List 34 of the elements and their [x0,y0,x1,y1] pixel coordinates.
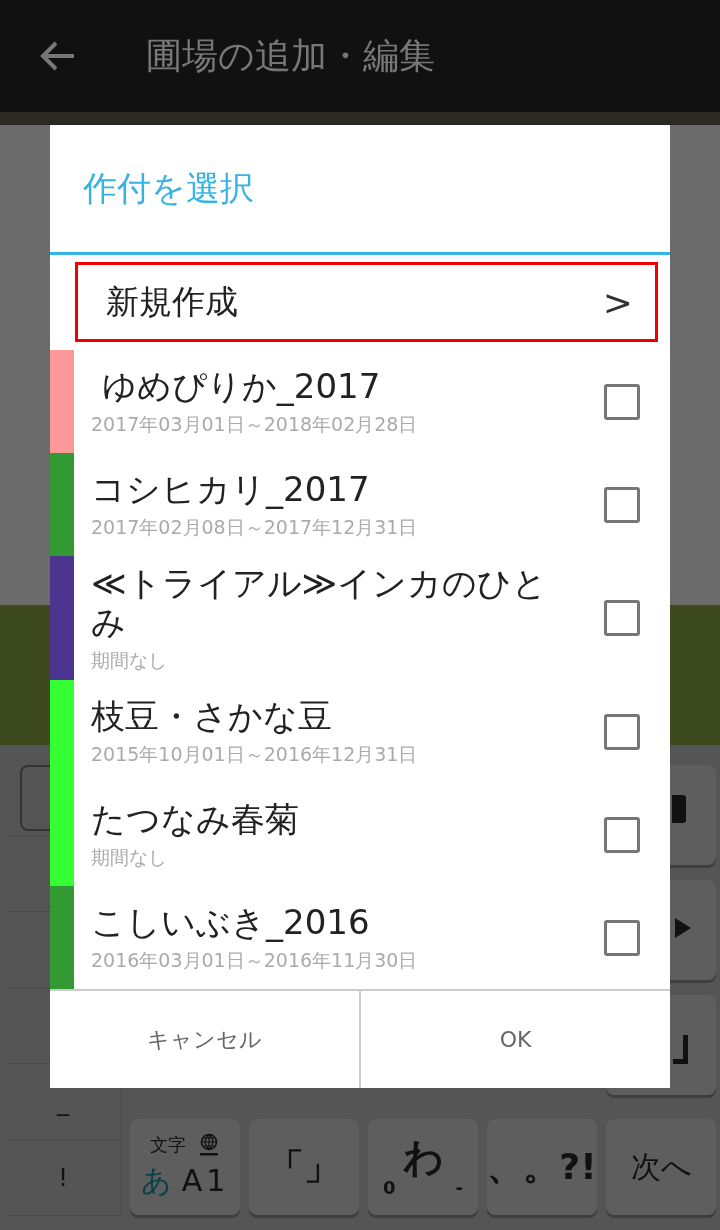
mode-key[interactable]: 文字 あ A1 [130,1119,240,1215]
crop-name[interactable]: ≪トライアル≫インカのひとみ [91,564,588,643]
checkbox[interactable] [604,600,640,637]
kana-label: あ [140,1161,172,1200]
crop-name[interactable]: こしいぶき_2016 [91,903,588,943]
key-label: 0 [383,1176,396,1198]
crop-name[interactable]: ゆめぴりか_2017 [91,366,588,407]
bracket-key[interactable]: 「」 [249,1119,359,1215]
key-label: わ [402,1136,444,1177]
crop-period: 2015年10月01日～2016年12月31日 [91,742,419,768]
screen-title: 圃場の追加・編集 [146,33,435,78]
checkbox[interactable] [604,486,640,523]
back-arrow-icon[interactable] [40,40,76,72]
key-label: 文字 [150,1132,186,1157]
key-label: - [455,1176,463,1198]
crop-name[interactable]: コシヒカリ_2017 [91,469,588,510]
wa-key[interactable]: わ 0 - [368,1119,478,1215]
globe-icon [198,1132,220,1157]
crop-period: 2017年03月01日～2018年02月28日 [91,412,419,438]
new-item-row[interactable]: 新規作成 > [75,262,658,342]
checkbox[interactable] [604,816,640,853]
crop-name[interactable]: たつなみ春菊 [91,800,588,840]
checkbox[interactable] [604,383,640,420]
crop-period: 期間なし [91,648,168,674]
crop-period: 2017年02月08日～2017年12月31日 [91,515,419,541]
checkbox[interactable] [604,713,640,750]
dialog-title: 作付を選択 [83,166,254,210]
checkbox[interactable] [604,919,640,956]
crop-period: 期間なし [91,845,168,871]
punctuation-key[interactable]: 、。?! [487,1119,597,1215]
next-key[interactable]: 次へ [606,1119,716,1215]
crop-period: 2016年03月01日～2016年11月30日 [91,948,419,974]
crop-name[interactable]: 枝豆・さかな豆 [91,697,588,737]
alnum-label: A1 [181,1162,230,1198]
